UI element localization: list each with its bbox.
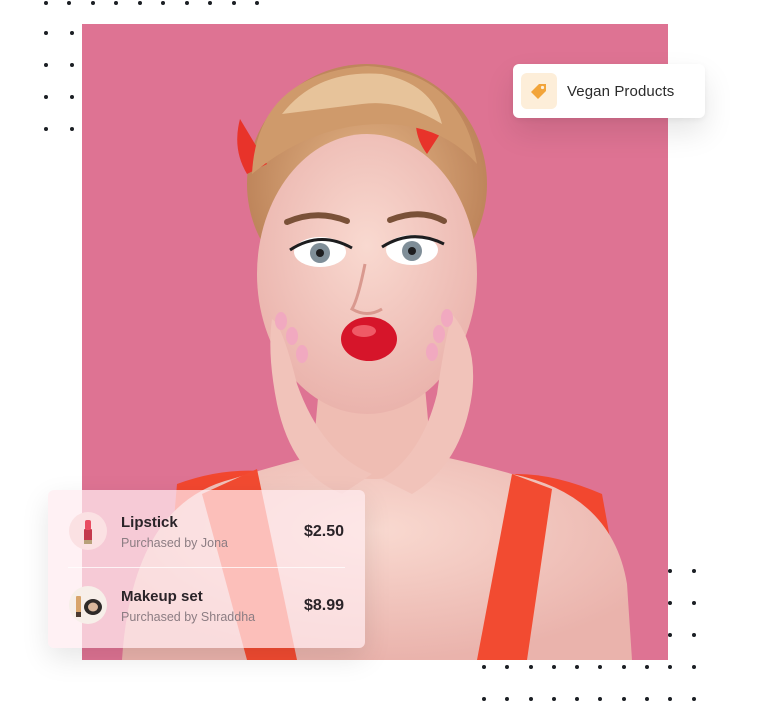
hero-illustration: Vegan Products Lipstick Purchased by Jon…: [0, 0, 762, 721]
price-tag-icon: [521, 73, 557, 109]
purchaser-label: Purchased by Shraddha: [121, 610, 256, 624]
vegan-products-label: Vegan Products: [567, 82, 675, 100]
product-name: Makeup set: [121, 588, 203, 605]
lipstick-icon: [69, 512, 107, 550]
purchaser-label: Purchased by Jona: [121, 536, 229, 550]
product-name: Lipstick: [121, 514, 178, 531]
makeup-set-icon: [69, 586, 107, 624]
purchase-row: Lipstick Purchased by Jona $2.50: [48, 494, 365, 568]
recent-purchases-card: Lipstick Purchased by Jona $2.50 Makeup …: [48, 490, 365, 648]
purchase-row: Makeup set Purchased by Shraddha $8.99: [48, 568, 365, 642]
product-price: $8.99: [303, 597, 344, 614]
vegan-products-badge: Vegan Products: [513, 64, 705, 118]
dot-pattern-left: [44, 31, 74, 133]
product-price: $2.50: [303, 523, 344, 540]
dot-pattern-top: [44, 0, 259, 6]
